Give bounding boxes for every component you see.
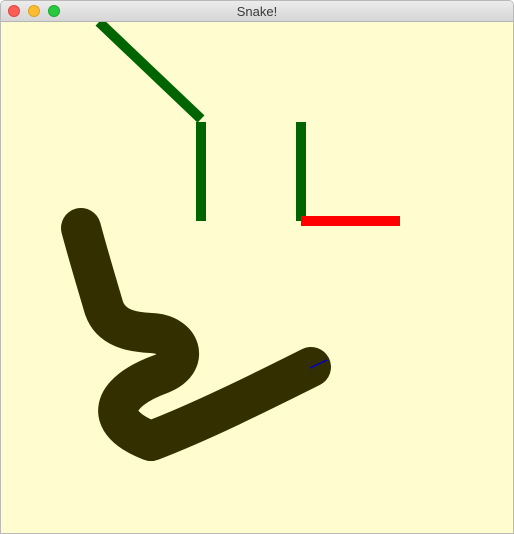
wall-diagonal bbox=[95, 22, 205, 123]
game-window: Snake! bbox=[0, 0, 514, 534]
window-title: Snake! bbox=[236, 4, 278, 19]
game-canvas[interactable] bbox=[1, 22, 513, 534]
snake-body bbox=[61, 208, 331, 461]
title-bar[interactable]: Snake! bbox=[1, 1, 513, 22]
